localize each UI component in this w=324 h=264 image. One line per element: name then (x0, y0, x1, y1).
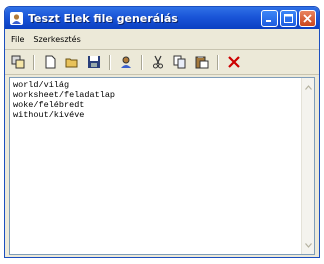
export-button[interactable] (10, 54, 26, 70)
text-editor[interactable]: world/világ worksheet/feladatlap woke/fe… (9, 77, 315, 255)
maximize-icon (284, 13, 293, 23)
new-document-icon (45, 55, 56, 69)
open-button[interactable] (64, 54, 80, 70)
title-bar[interactable]: Teszt Elek file generálás (5, 7, 319, 29)
editor-line: worksheet/feladatlap (13, 90, 116, 100)
window-title: Teszt Elek file generálás (28, 11, 178, 25)
menu-bar: File Szerkesztés (5, 29, 319, 50)
toolbar-separator (141, 54, 143, 70)
minimize-button[interactable] (261, 9, 278, 27)
vertical-scrollbar[interactable] (301, 78, 314, 254)
scroll-down-button[interactable] (302, 238, 314, 252)
app-window: Teszt Elek file generálás File Szerkeszt… (4, 6, 320, 258)
save-disk-icon (88, 56, 100, 68)
menu-edit[interactable]: Szerkesztés (33, 35, 80, 44)
close-icon (303, 13, 312, 23)
save-button[interactable] (86, 54, 102, 70)
toolbar-separator (33, 54, 35, 70)
editor-lines: world/világ worksheet/feladatlap woke/fe… (13, 80, 115, 120)
export-icon (11, 55, 25, 69)
chevron-up-icon (304, 84, 312, 90)
toolbar-separator (109, 54, 111, 70)
copy-button[interactable] (172, 54, 188, 70)
user-icon (121, 56, 131, 68)
editor-line: woke/felébredt (13, 100, 85, 110)
new-button[interactable] (42, 54, 58, 70)
editor-line: without/kivéve (13, 110, 85, 120)
chevron-down-icon (304, 242, 312, 248)
minimize-icon (266, 19, 271, 22)
close-button[interactable] (299, 9, 316, 27)
toolbar-separator (217, 54, 219, 70)
user-button[interactable] (118, 54, 134, 70)
open-folder-icon (65, 58, 78, 68)
paste-button[interactable] (194, 54, 210, 70)
editor-line: world/világ (13, 80, 70, 90)
copy-icon (173, 55, 186, 69)
cut-button[interactable] (150, 54, 166, 70)
delete-x-icon (228, 56, 240, 68)
app-icon (10, 11, 23, 25)
paste-icon (195, 56, 209, 69)
maximize-button[interactable] (280, 9, 297, 27)
menu-file[interactable]: File (11, 35, 24, 44)
toolbar (5, 50, 319, 75)
cut-scissors-icon (153, 55, 163, 69)
scroll-up-button[interactable] (302, 80, 314, 94)
delete-button[interactable] (226, 54, 242, 70)
